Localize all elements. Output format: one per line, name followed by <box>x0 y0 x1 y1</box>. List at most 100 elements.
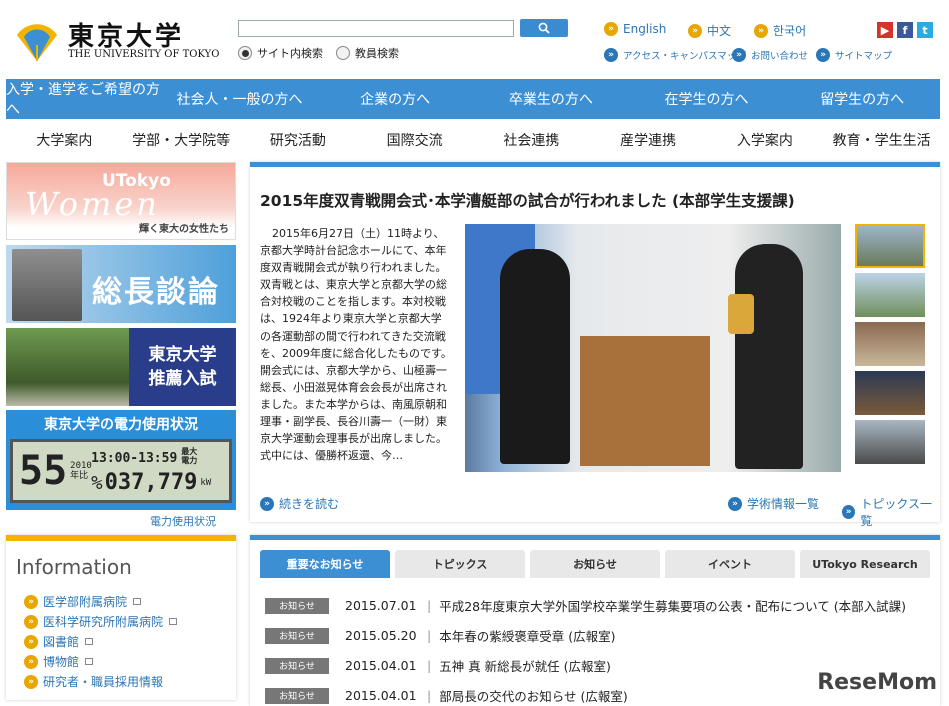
information-panel: Information » 医学部附属病院 » 医科学研究所附属病院 » 図書館 » 博… <box>6 535 236 700</box>
information-title: Information <box>16 555 132 579</box>
read-more-link[interactable]: » 続きを読む <box>260 495 339 512</box>
arrow-icon: » <box>24 654 38 669</box>
notice-row[interactable]: お知らせ 2015.05.20 | 本年春の紫綬褒章受章 (広報室) <box>265 626 615 645</box>
radio-site-label: サイト内検索 <box>257 47 323 60</box>
power-usage-banner[interactable]: 東京大学の電力使用状況 55 2010年比 13:00-13:59 最大電力 % 0… <box>6 410 236 510</box>
lang-english-link[interactable]: » English <box>604 22 666 36</box>
nav-about[interactable]: 大学案内 <box>6 121 123 159</box>
facebook-icon[interactable]: f <box>897 22 913 38</box>
info-item[interactable]: » 博物館 <box>24 653 94 670</box>
featured-article: 2015年度双青戦開会式･本学漕艇部の試合が行われました (本部学生支援課) 2… <box>250 162 940 528</box>
main-nav: 大学案内 学部・大学院等 研究活動 国際交流 社会連携 産学連携 入学案内 教育… <box>6 121 940 159</box>
lang-chinese-link[interactable]: » 中文 <box>688 22 731 39</box>
arrow-icon: » <box>24 614 38 629</box>
audience-nav: 入学・進学をご希望の方へ 社会人・一般の方へ 企業の方へ 卒業生の方へ 在学生の… <box>6 79 940 119</box>
trophy-icon <box>728 294 754 334</box>
info-item[interactable]: » 研究者・職員採用情報 <box>24 673 163 690</box>
notice-row[interactable]: お知らせ 2015.04.01 | 五神 真 新総長が就任 (広報室) <box>265 656 611 675</box>
external-link-icon <box>85 658 94 665</box>
sitemap-link[interactable]: » サイトマップ <box>816 48 892 62</box>
arrow-icon: » <box>604 48 618 62</box>
contact-link[interactable]: » お問い合わせ <box>732 48 808 62</box>
academic-list-link[interactable]: » 学術情報一覧 <box>728 495 819 512</box>
notice-badge: お知らせ <box>265 597 329 614</box>
notice-row[interactable]: お知らせ 2015.04.01 | 部局長の交代のお知らせ (広報室) <box>265 686 628 705</box>
notice-badge: お知らせ <box>265 687 329 704</box>
nav-faculties[interactable]: 学部・大学院等 <box>123 121 240 159</box>
tab-events[interactable]: イベント <box>665 550 795 578</box>
arrow-icon: » <box>260 496 274 511</box>
president-talk-banner[interactable]: 総長談論 <box>6 245 236 323</box>
nav-global[interactable]: 国際交流 <box>356 121 473 159</box>
photo-thumbnail[interactable] <box>855 273 925 317</box>
nav-alumni[interactable]: 卒業生の方へ <box>473 79 629 119</box>
arrow-icon: » <box>604 22 618 36</box>
info-item[interactable]: » 医科学研究所附属病院 <box>24 613 178 630</box>
power-usage-link[interactable]: 電力使用状況 <box>150 513 216 529</box>
external-link-icon <box>169 618 178 625</box>
info-item[interactable]: » 図書館 <box>24 633 94 650</box>
arrow-icon: » <box>688 23 702 38</box>
power-kw-value: 037,779 <box>104 470 198 495</box>
nav-students[interactable]: 在学生の方へ <box>629 79 785 119</box>
radio-staff-label: 教員検索 <box>355 47 399 60</box>
president-photo <box>12 249 82 321</box>
arrow-icon: » <box>816 48 830 62</box>
radio-site-search[interactable]: サイト内検索 <box>238 45 323 61</box>
search-icon <box>538 22 550 34</box>
resemom-watermark: ReseMom <box>817 670 937 695</box>
article-photo[interactable] <box>465 224 841 472</box>
power-year-label: 2010年比 <box>70 461 92 481</box>
nav-admissions[interactable]: 入学案内 <box>707 121 824 159</box>
nav-education[interactable]: 教育・学生生活 <box>823 121 940 159</box>
radio-staff-search[interactable]: 教員検索 <box>336 45 399 61</box>
nav-public[interactable]: 社会人・一般の方へ <box>162 79 318 119</box>
nav-companies[interactable]: 企業の方へ <box>317 79 473 119</box>
search-button[interactable] <box>520 19 568 37</box>
nav-industry[interactable]: 産学連携 <box>590 121 707 159</box>
lang-korean-link[interactable]: » 한국어 <box>754 22 806 39</box>
notice-badge: お知らせ <box>265 657 329 674</box>
photo-thumbnail[interactable] <box>855 420 925 464</box>
tab-research[interactable]: UTokyo Research <box>800 550 930 578</box>
tab-notices[interactable]: お知らせ <box>530 550 660 578</box>
arrow-icon: » <box>732 48 746 62</box>
nav-social[interactable]: 社会連携 <box>473 121 590 159</box>
nav-international[interactable]: 留学生の方へ <box>784 79 940 119</box>
photo-thumbnail[interactable] <box>855 371 925 415</box>
article-title[interactable]: 2015年度双青戦開会式･本学漕艇部の試合が行われました (本部学生支援課) <box>260 189 795 211</box>
photo-thumbnail[interactable] <box>855 224 925 268</box>
search-input[interactable] <box>238 20 514 37</box>
arrow-icon: » <box>842 505 856 519</box>
twitter-icon[interactable]: t <box>917 22 933 38</box>
external-link-icon <box>133 598 142 605</box>
tab-topics[interactable]: トピックス <box>395 550 525 578</box>
ginkgo-logo-icon[interactable] <box>12 15 62 65</box>
topics-list-link[interactable]: » トピックス一覧 <box>842 495 940 529</box>
campus-photo <box>6 328 129 406</box>
arrow-icon: » <box>754 23 768 38</box>
logo-english[interactable]: THE UNIVERSITY OF TOKYO <box>68 49 219 60</box>
power-time: 13:00-13:59 <box>91 451 178 466</box>
radio-checked-icon <box>238 46 252 60</box>
arrow-icon: » <box>728 496 742 511</box>
youtube-icon[interactable]: ▶ <box>877 22 893 38</box>
power-lcd-display: 55 2010年比 13:00-13:59 最大電力 % 037,779 kW <box>10 439 232 503</box>
tab-important[interactable]: 重要なお知らせ <box>260 550 390 578</box>
utokyo-women-banner[interactable]: UTokyo Women 輝く東大の女性たち <box>6 162 236 240</box>
notice-row[interactable]: お知らせ 2015.07.01 | 平成28年度東京大学外国学校卒業学生募集要項の公表… <box>265 596 906 615</box>
power-percent: 55 <box>19 448 68 494</box>
photo-thumbnail[interactable] <box>855 322 925 366</box>
article-body: 2015年6月27日（土）11時より、京都大学時計台記念ホールにて、本年度双青戦… <box>260 227 458 463</box>
nav-prospective[interactable]: 入学・進学をご希望の方へ <box>6 79 162 119</box>
info-item[interactable]: » 医学部附属病院 <box>24 593 142 610</box>
radio-unchecked-icon <box>336 46 350 60</box>
nav-research[interactable]: 研究活動 <box>240 121 357 159</box>
logo-japanese[interactable]: 東京大学 <box>68 16 184 53</box>
arrow-icon: » <box>24 594 38 609</box>
access-map-link[interactable]: » アクセス・キャンパスマップ <box>604 48 746 62</box>
arrow-icon: » <box>24 674 38 689</box>
recommendation-admission-banner[interactable]: 東京大学 推薦入試 <box>6 328 236 406</box>
notice-badge: お知らせ <box>265 627 329 644</box>
external-link-icon <box>85 638 94 645</box>
